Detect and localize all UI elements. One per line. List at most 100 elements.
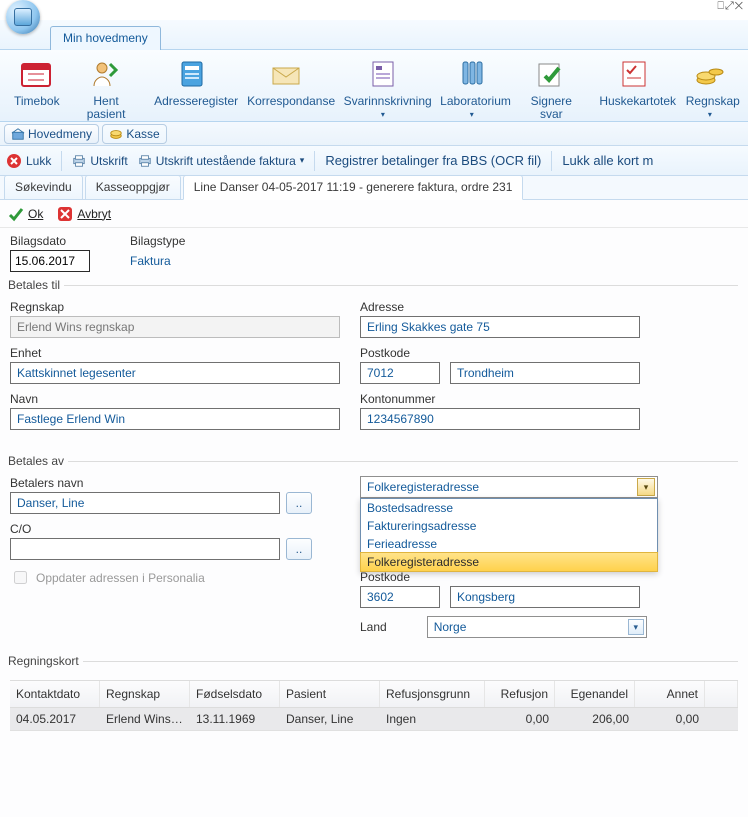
- app-logo-orb[interactable]: [6, 0, 40, 34]
- calendar-icon: [20, 58, 52, 90]
- ribbon-label: Hent pasient: [76, 95, 136, 121]
- ribbon-label: Timebok: [14, 95, 58, 108]
- lookup-co-button[interactable]: ..: [286, 538, 312, 560]
- ribbon-huskekartotek[interactable]: Huskekartotek: [591, 54, 675, 121]
- pill-label: Hovedmeny: [28, 127, 92, 141]
- ribbon-regnskap[interactable]: Regnskap▾: [678, 54, 742, 121]
- adresse-input[interactable]: [360, 316, 640, 338]
- action-registrer-betalinger[interactable]: Registrer betalinger fra BBS (OCR fil): [325, 153, 541, 168]
- tab-faktura-ordre[interactable]: Line Danser 04-05-2017 11:19 - generere …: [183, 175, 524, 200]
- dropdown-option-selected[interactable]: Folkeregisteradresse: [360, 552, 658, 572]
- checklist-icon: [618, 58, 650, 90]
- ribbon-laboratorium[interactable]: Laboratorium▾: [432, 54, 511, 121]
- tab-min-hovedmeny[interactable]: Min hovedmeny: [50, 26, 161, 50]
- cell-refusjon: 0,00: [485, 708, 555, 730]
- navn-label: Navn: [10, 392, 340, 406]
- chevron-down-icon[interactable]: ▾: [637, 478, 655, 496]
- chevron-down-icon: ▾: [344, 108, 423, 121]
- col-annet[interactable]: Annet: [635, 681, 705, 707]
- grid-header: Kontaktdato Regnskap Fødselsdato Pasient…: [10, 680, 738, 708]
- cell-annet: 0,00: [635, 708, 705, 730]
- ribbon-adresseregister[interactable]: Adresseregister: [146, 54, 237, 121]
- header-fields: Bilagsdato Bilagstype Faktura: [10, 234, 738, 272]
- navn-input[interactable]: [10, 408, 340, 430]
- address-book-icon: [176, 58, 208, 90]
- col-fodselsdato[interactable]: Fødselsdato: [190, 681, 280, 707]
- poststed-av-input[interactable]: [450, 586, 640, 608]
- cell-pasient: Danser, Line: [280, 708, 380, 730]
- bilagstype-value: Faktura: [130, 250, 171, 268]
- land-select[interactable]: Norge ▾: [427, 616, 647, 638]
- chevron-down-icon[interactable]: ▾: [628, 619, 644, 635]
- main-tab-row: Min hovedmeny: [0, 20, 748, 50]
- pill-kasse[interactable]: Kasse: [102, 124, 166, 144]
- action-utskrift[interactable]: Utskrift: [72, 154, 127, 168]
- ribbon-timebok[interactable]: Timebok: [6, 54, 66, 121]
- bilagsdato-label: Bilagsdato: [10, 234, 90, 248]
- task-list-icon: [367, 58, 399, 90]
- postkode-input[interactable]: [360, 362, 440, 384]
- oppdater-adresse-checkbox: [14, 571, 27, 584]
- pill-label: Kasse: [126, 127, 159, 141]
- adresse-label: Adresse: [360, 300, 738, 314]
- ok-button[interactable]: Ok: [8, 206, 43, 222]
- col-pasient[interactable]: Pasient: [280, 681, 380, 707]
- bilagsdato-input[interactable]: [10, 250, 90, 272]
- lookup-betaler-button[interactable]: ..: [286, 492, 312, 514]
- col-extra[interactable]: [705, 681, 738, 707]
- postkode-label: Postkode: [360, 346, 738, 360]
- printer-icon: [72, 154, 86, 168]
- section-legend: Regningskort: [8, 654, 83, 668]
- confirm-row: Ok Avbryt: [0, 200, 748, 228]
- kontonummer-label: Kontonummer: [360, 392, 738, 406]
- ribbon-korrespondanse[interactable]: Korrespondanse: [239, 54, 334, 121]
- tab-sokevindu[interactable]: Søkevindu: [4, 175, 83, 199]
- poststed-input[interactable]: [450, 362, 640, 384]
- col-refusjon[interactable]: Refusjon: [485, 681, 555, 707]
- postkode-av-input[interactable]: [360, 586, 440, 608]
- col-kontaktdato[interactable]: Kontaktdato: [10, 681, 100, 707]
- chevron-down-icon: ▾: [300, 155, 305, 166]
- ribbon-label: Laboratorium▾: [440, 95, 503, 121]
- land-value: Norge: [434, 620, 467, 634]
- close-red-icon: [57, 206, 73, 222]
- printer-icon: [138, 154, 152, 168]
- col-refusjonsgrunn[interactable]: Refusjonsgrunn: [380, 681, 485, 707]
- avbryt-button[interactable]: Avbryt: [57, 206, 111, 222]
- context-tabs: Hovedmeny Kasse: [0, 122, 748, 146]
- pill-hovedmeny[interactable]: Hovedmeny: [4, 124, 99, 144]
- ribbon-label: Korrespondanse: [247, 95, 326, 108]
- ribbon-hent-pasient[interactable]: Hent pasient: [68, 54, 144, 121]
- betalers-navn-input[interactable]: [10, 492, 280, 514]
- window-controls[interactable]: ⎕⤢⨉: [717, 0, 744, 13]
- divider: [551, 151, 552, 171]
- ribbon-label: Huskekartotek: [599, 95, 667, 108]
- land-label: Land: [360, 620, 387, 634]
- ribbon-label: Signere svar: [521, 95, 581, 121]
- section-betales-av: Betales av Betalers navn .. C/O ..: [10, 454, 738, 648]
- action-lukk-alle-kort[interactable]: Lukk alle kort m: [562, 153, 653, 168]
- co-input[interactable]: [10, 538, 280, 560]
- dropdown-option[interactable]: Faktureringsadresse: [361, 517, 657, 535]
- col-regnskap[interactable]: Regnskap: [100, 681, 190, 707]
- enhet-input[interactable]: [10, 362, 340, 384]
- action-utskrift-faktura[interactable]: Utskrift utestående faktura ▾: [138, 154, 305, 168]
- ribbon-signere-svar[interactable]: Signere svar: [513, 54, 589, 121]
- oppdater-adresse-label: Oppdater adressen i Personalia: [36, 571, 205, 585]
- adresse-type-dropdown[interactable]: Folkeregisteradresse ▾ Bostedsadresse Fa…: [360, 476, 738, 498]
- col-egenandel[interactable]: Egenandel: [555, 681, 635, 707]
- ribbon-svarinnskrivning[interactable]: Svarinnskrivning▾: [336, 54, 431, 121]
- regnskap-label: Regnskap: [10, 300, 340, 314]
- tab-kasseoppgjor[interactable]: Kasseoppgjør: [85, 175, 181, 199]
- kontonummer-input[interactable]: [360, 408, 640, 430]
- ribbon-label: Svarinnskrivning▾: [344, 95, 423, 121]
- action-lukk[interactable]: Lukk: [6, 153, 51, 169]
- table-row[interactable]: 04.05.2017 Erlend Wins r... 13.11.1969 D…: [10, 708, 738, 731]
- check-green-icon: [8, 206, 24, 222]
- cell-extra: [705, 708, 738, 730]
- dropdown-option[interactable]: Bostedsadresse: [361, 499, 657, 517]
- test-tubes-icon: [456, 58, 488, 90]
- regnskap-select[interactable]: [10, 316, 340, 338]
- dropdown-option[interactable]: Ferieadresse: [361, 535, 657, 553]
- section-legend: Betales til: [8, 278, 64, 292]
